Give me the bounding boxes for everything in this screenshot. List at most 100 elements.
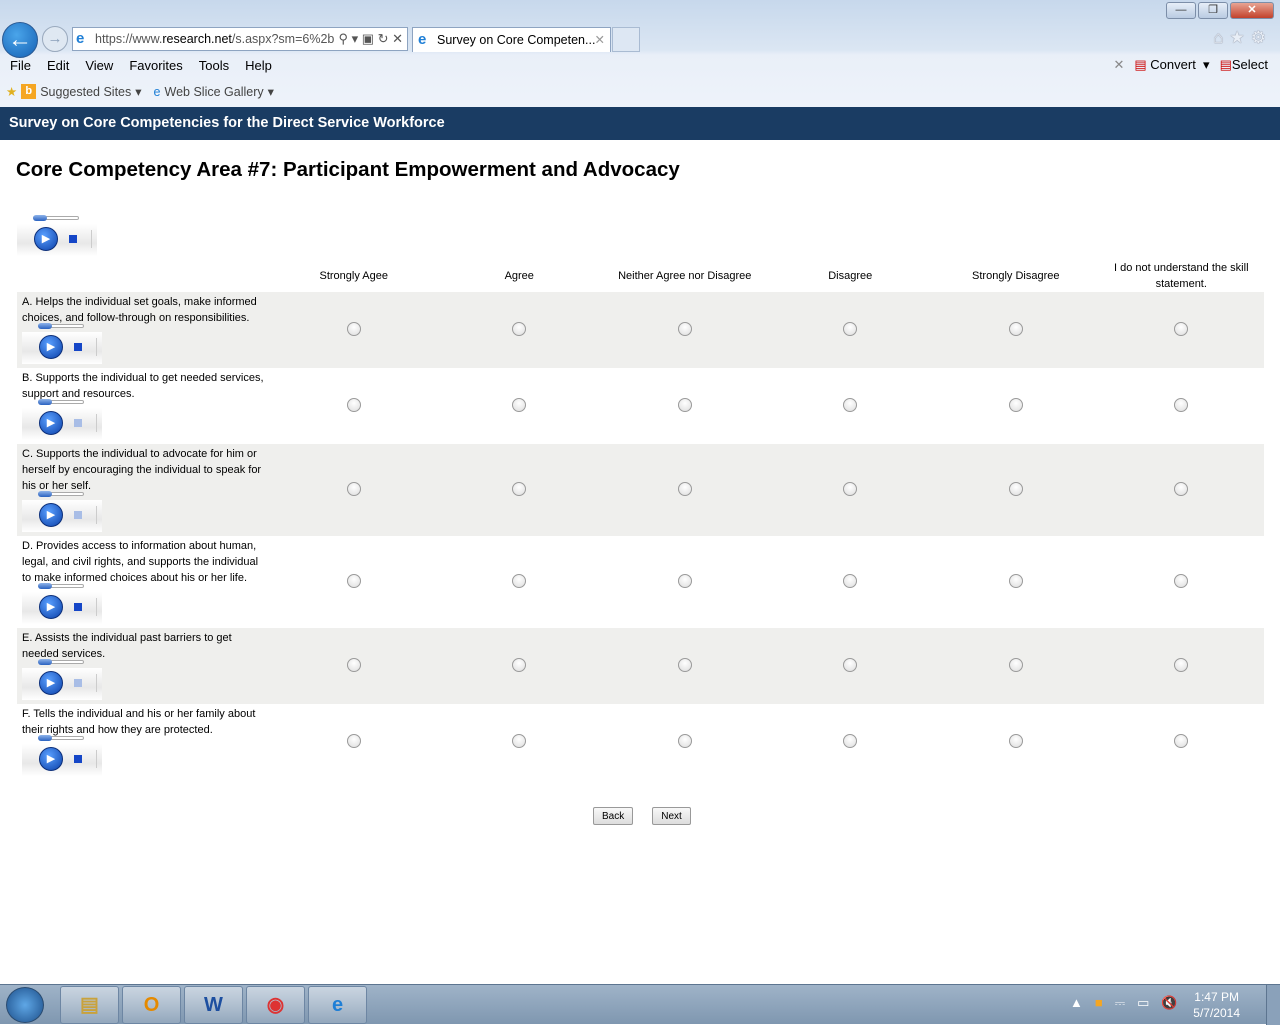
radio-option[interactable] bbox=[1008, 573, 1023, 588]
radio-option[interactable] bbox=[1174, 573, 1189, 588]
suggested-sites-link[interactable]: Suggested Sites bbox=[40, 85, 131, 99]
menu-favorites[interactable]: Favorites bbox=[129, 58, 182, 73]
word-taskbar-icon[interactable]: W bbox=[184, 986, 243, 1024]
favorites-star-icon[interactable]: ★ bbox=[6, 84, 17, 99]
stop-icon[interactable] bbox=[69, 235, 77, 243]
close-window-button[interactable]: ✕ bbox=[1230, 2, 1274, 19]
radio-option[interactable] bbox=[677, 481, 692, 496]
radio-option[interactable] bbox=[1174, 481, 1189, 496]
radio-option[interactable] bbox=[843, 657, 858, 672]
audio-player[interactable]: ▶ bbox=[22, 399, 102, 440]
explorer-taskbar-icon[interactable]: ▤ bbox=[60, 986, 119, 1024]
radio-option[interactable] bbox=[1174, 733, 1189, 748]
stop-icon[interactable] bbox=[74, 343, 82, 351]
radio-option[interactable] bbox=[346, 733, 361, 748]
radio-option[interactable] bbox=[1174, 397, 1189, 412]
forward-arrow-icon[interactable]: → bbox=[42, 26, 68, 52]
stop-icon[interactable] bbox=[74, 679, 82, 687]
radio-option[interactable] bbox=[843, 481, 858, 496]
ie-taskbar-icon[interactable]: e bbox=[308, 986, 367, 1024]
page-title: Core Competency Area #7: Participant Emp… bbox=[16, 158, 680, 181]
audio-player[interactable]: ▶ bbox=[22, 659, 102, 700]
favorites-star-icon[interactable]: ★ bbox=[1230, 28, 1251, 47]
back-arrow-icon[interactable]: ← bbox=[2, 22, 38, 58]
play-icon[interactable]: ▶ bbox=[39, 335, 63, 359]
show-desktop-button[interactable] bbox=[1266, 985, 1280, 1025]
radio-option[interactable] bbox=[512, 573, 527, 588]
new-tab-button[interactable] bbox=[612, 27, 640, 52]
play-icon[interactable]: ▶ bbox=[39, 411, 63, 435]
radio-option[interactable] bbox=[512, 321, 527, 336]
restore-button[interactable]: ❐ bbox=[1198, 2, 1228, 19]
stop-icon[interactable] bbox=[74, 511, 82, 519]
play-icon[interactable]: ▶ bbox=[39, 595, 63, 619]
radio-option[interactable] bbox=[843, 733, 858, 748]
back-button[interactable]: Back bbox=[593, 807, 634, 825]
radio-option[interactable] bbox=[677, 321, 692, 336]
column-header: Strongly Disagree bbox=[972, 270, 1060, 282]
play-icon[interactable]: ▶ bbox=[39, 747, 63, 771]
radio-option[interactable] bbox=[843, 573, 858, 588]
volume-muted-icon[interactable]: 🔇 bbox=[1161, 995, 1177, 1011]
radio-option[interactable] bbox=[346, 573, 361, 588]
radio-option[interactable] bbox=[1008, 397, 1023, 412]
radio-option[interactable] bbox=[346, 397, 361, 412]
radio-option[interactable] bbox=[1008, 733, 1023, 748]
stop-icon[interactable] bbox=[74, 419, 82, 427]
radio-option[interactable] bbox=[512, 397, 527, 412]
play-icon[interactable]: ▶ bbox=[39, 671, 63, 695]
outlook-taskbar-icon[interactable]: O bbox=[122, 986, 181, 1024]
audio-player[interactable]: ▶ bbox=[17, 215, 97, 256]
radio-option[interactable] bbox=[677, 573, 692, 588]
power-icon[interactable]: ⎓ bbox=[1115, 995, 1125, 1011]
select-button[interactable]: ▤Select bbox=[1220, 57, 1268, 73]
close-tab-icon[interactable]: ✕ bbox=[595, 28, 605, 52]
address-tools-icons[interactable]: ⚲ ▾ ▣ ↻ ✕ bbox=[334, 28, 403, 50]
menu-view[interactable]: View bbox=[85, 58, 113, 73]
gear-icon[interactable]: ⚙ bbox=[1251, 28, 1272, 47]
radio-option[interactable] bbox=[512, 481, 527, 496]
minimize-button[interactable]: — bbox=[1166, 2, 1196, 19]
show-hidden-icons[interactable]: ▲ bbox=[1070, 995, 1083, 1011]
menu-edit[interactable]: Edit bbox=[47, 58, 69, 73]
play-icon[interactable]: ▶ bbox=[39, 503, 63, 527]
close-toolbar-icon[interactable]: ✕ bbox=[1113, 57, 1124, 73]
radio-option[interactable] bbox=[346, 321, 361, 336]
address-bar[interactable]: e https://www.research.net/s.aspx?sm=6%2b… bbox=[72, 27, 408, 51]
radio-option[interactable] bbox=[677, 397, 692, 412]
radio-option[interactable] bbox=[1008, 321, 1023, 336]
stop-icon[interactable] bbox=[74, 755, 82, 763]
outlook-tray-icon[interactable]: ■ bbox=[1095, 995, 1103, 1011]
radio-option[interactable] bbox=[512, 657, 527, 672]
menu-help[interactable]: Help bbox=[245, 58, 272, 73]
start-button[interactable] bbox=[6, 987, 44, 1023]
radio-option[interactable] bbox=[346, 481, 361, 496]
radio-option[interactable] bbox=[677, 733, 692, 748]
radio-option[interactable] bbox=[677, 657, 692, 672]
radio-option[interactable] bbox=[512, 733, 527, 748]
web-slice-gallery-link[interactable]: Web Slice Gallery bbox=[165, 85, 264, 99]
menu-tools[interactable]: Tools bbox=[199, 58, 229, 73]
chrome-taskbar-icon[interactable]: ◉ bbox=[246, 986, 305, 1024]
radio-option[interactable] bbox=[1008, 657, 1023, 672]
radio-option[interactable] bbox=[1174, 321, 1189, 336]
home-icon[interactable]: ⌂ bbox=[1213, 28, 1229, 47]
clock[interactable]: 1:47 PM 5/7/2014 bbox=[1193, 989, 1240, 1021]
network-icon[interactable]: ▭ bbox=[1137, 995, 1149, 1011]
stop-icon[interactable] bbox=[74, 603, 82, 611]
audio-player[interactable]: ▶ bbox=[22, 323, 102, 364]
radio-option[interactable] bbox=[843, 321, 858, 336]
radio-option[interactable] bbox=[1008, 481, 1023, 496]
ie-icon: e bbox=[76, 30, 85, 47]
tab-survey[interactable]: e Survey on Core Competen... ✕ bbox=[412, 27, 611, 52]
audio-player[interactable]: ▶ bbox=[22, 491, 102, 532]
next-button[interactable]: Next bbox=[652, 807, 691, 825]
play-icon[interactable]: ▶ bbox=[34, 227, 58, 251]
radio-option[interactable] bbox=[1174, 657, 1189, 672]
convert-button[interactable]: ▤ Convert ▾ bbox=[1134, 57, 1209, 73]
radio-option[interactable] bbox=[346, 657, 361, 672]
audio-player[interactable]: ▶ bbox=[22, 583, 102, 624]
audio-player[interactable]: ▶ bbox=[22, 735, 102, 776]
menu-file[interactable]: File bbox=[10, 58, 31, 73]
radio-option[interactable] bbox=[843, 397, 858, 412]
